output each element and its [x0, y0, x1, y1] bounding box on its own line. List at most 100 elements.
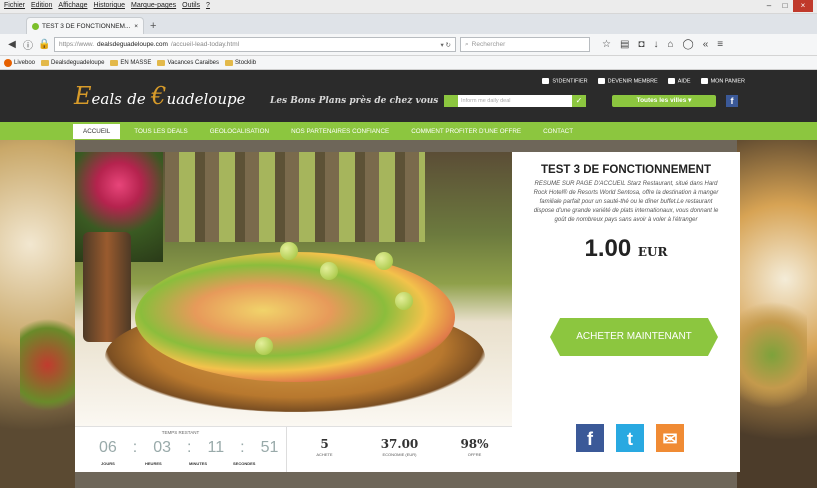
stat-label: ECONOMIE (EUR): [382, 452, 417, 457]
stat-label: OFFRE: [467, 452, 482, 457]
minimize-icon[interactable]: –: [761, 0, 777, 12]
url-prefix: https://www.: [59, 41, 95, 48]
stat-value: 37.00: [380, 437, 419, 451]
pocket-icon[interactable]: ◘: [638, 39, 644, 50]
countdown-seconds: 51: [260, 439, 279, 456]
bookmark-en-masse[interactable]: EN MASSE: [110, 59, 152, 66]
url-domain: dealsdeguadeloupe.com: [97, 41, 168, 48]
deal-title[interactable]: TEST 3 DE FONCTIONNEMENT: [512, 164, 740, 176]
folder-icon: [41, 59, 50, 66]
share-facebook-icon[interactable]: f: [576, 424, 604, 452]
bookmark-label: EN MASSE: [120, 59, 152, 66]
deal-email-input[interactable]: Inform me daily deal: [458, 95, 572, 107]
main-content: TEMPS RESTANT 06: 03: 11: 51 JOURS HEURE…: [0, 140, 817, 488]
nav-accueil[interactable]: ACCUEIL: [73, 123, 121, 139]
menu-icon[interactable]: ≡: [717, 39, 723, 50]
tab-close-icon[interactable]: ×: [134, 23, 138, 30]
city-label: Toutes les villes: [636, 97, 687, 104]
login-link[interactable]: S'IDENTIFIER: [542, 78, 587, 84]
bookmark-dealsdeguadeloupe[interactable]: Dealsdeguadeloupe: [41, 59, 105, 66]
browser-tab[interactable]: TEST 3 DE FONCTIONNEM... ×: [26, 17, 144, 34]
tab-bar: TEST 3 DE FONCTIONNEM... × +: [0, 14, 817, 34]
bookmark-label: Stocklib: [235, 59, 257, 66]
deal-panel: TEST 3 DE FONCTIONNEMENT RESUME SUR PAGE…: [512, 152, 740, 472]
mail-icon: [444, 95, 458, 107]
menu-help[interactable]: ?: [206, 2, 210, 11]
bookmark-vacances[interactable]: Vacances Caraibes: [157, 59, 220, 66]
nav-comment-profiter[interactable]: COMMENT PROFITER D'UNE OFFRE: [411, 128, 521, 135]
menu-marque-pages[interactable]: Marque-pages: [131, 2, 176, 11]
nav-contact[interactable]: CONTACT: [543, 128, 573, 135]
subscribe-check-button[interactable]: ✓: [572, 95, 586, 107]
reload-icon[interactable]: ▾ ↻: [440, 41, 451, 49]
account-links: S'IDENTIFIER DEVENIR MEMBRE AIDE MON PAN…: [542, 78, 745, 84]
main-nav: ACCUEIL TOUS LES DEALS GEOLOCALISATION N…: [0, 122, 817, 140]
extension-icon[interactable]: «: [703, 39, 709, 50]
olive: [320, 262, 338, 280]
logo-word: eals: [91, 90, 122, 108]
bookmarks-list-icon[interactable]: ▤: [620, 39, 629, 50]
search-placeholder: Rechercher: [471, 41, 506, 48]
menu-historique[interactable]: Historique: [93, 2, 125, 11]
food-platter: [135, 252, 455, 382]
chat-icon[interactable]: ◯: [683, 39, 694, 50]
stat-value: 5: [320, 437, 329, 451]
share-email-icon[interactable]: ✉: [656, 424, 684, 452]
close-icon[interactable]: ×: [793, 0, 813, 12]
bookmark-liveboo[interactable]: Liveboo: [4, 58, 36, 67]
nav-tous-les-deals[interactable]: TOUS LES DEALS: [134, 128, 187, 135]
favicon-icon: [32, 22, 39, 30]
days-label: JOURS: [101, 461, 115, 466]
bookmark-label: Liveboo: [14, 59, 36, 66]
background-food-right: [737, 140, 817, 488]
buy-now-button[interactable]: ACHETER MAINTENANT: [550, 318, 718, 356]
maximize-icon[interactable]: □: [777, 0, 793, 12]
info-icon[interactable]: ⓘ: [22, 37, 34, 52]
folder-icon: [225, 59, 234, 66]
site-slogan: Les Bons Plans près de chez vous: [270, 96, 439, 106]
countdown-minutes: 11: [207, 439, 225, 456]
share-twitter-icon[interactable]: t: [616, 424, 644, 452]
url-bar[interactable]: https://www. dealsdeguadeloupe.com/accuei…: [54, 37, 456, 52]
home-icon[interactable]: ⌂: [667, 39, 673, 50]
bookmark-label: Dealsdeguadeloupe: [51, 59, 105, 66]
deal-image[interactable]: [75, 152, 512, 426]
cart-link[interactable]: MON PANIER: [701, 78, 745, 84]
bookmark-star-icon[interactable]: ☆: [602, 39, 611, 50]
lock-icon: 🔒: [38, 39, 51, 50]
jar-decoration: [83, 232, 131, 342]
download-icon[interactable]: ↓: [653, 39, 658, 50]
deal-subscribe: Inform me daily deal ✓: [444, 95, 586, 107]
site-logo[interactable]: Eeals de €uadeloupe: [74, 82, 246, 110]
deal-stats-bar: TEMPS RESTANT 06: 03: 11: 51 JOURS HEURE…: [75, 426, 512, 472]
facebook-icon[interactable]: f: [726, 95, 738, 107]
nav-toolbar: ◀ ⓘ 🔒 https://www. dealsdeguadeloupe.com /…: [0, 34, 817, 56]
menu-affichage[interactable]: Affichage: [58, 2, 87, 11]
search-box[interactable]: ⌕ Rechercher: [460, 37, 590, 52]
menu-edition[interactable]: Edition: [31, 2, 52, 11]
menu-outils[interactable]: Outils: [182, 2, 200, 11]
olive: [280, 242, 298, 260]
bookmark-stocklib[interactable]: Stocklib: [225, 59, 257, 66]
countdown-label: TEMPS RESTANT: [161, 430, 200, 435]
register-link[interactable]: DEVENIR MEMBRE: [598, 78, 658, 84]
bookmarks-bar: Liveboo Dealsdeguadeloupe EN MASSE Vacan…: [0, 56, 817, 70]
back-icon[interactable]: ◀: [6, 39, 18, 50]
minutes-label: MINUTES: [189, 461, 207, 466]
menu-fichier[interactable]: Fichier: [4, 2, 25, 11]
countdown: TEMPS RESTANT 06: 03: 11: 51 JOURS HEURE…: [75, 427, 287, 472]
countdown-hours: 03: [153, 439, 172, 456]
new-tab-button[interactable]: +: [150, 18, 156, 34]
price-value: 1.00: [584, 235, 632, 262]
nav-partenaires[interactable]: NOS PARTENAIRES CONFIANCE: [291, 128, 389, 135]
logo-letter: €: [151, 82, 167, 110]
deal-price: 1.00 EUR: [512, 235, 740, 263]
help-link[interactable]: AIDE: [668, 78, 691, 84]
nav-geolocalisation[interactable]: GEOLOCALISATION: [210, 128, 269, 135]
menu-bar: Fichier Edition Affichage Historique Mar…: [0, 0, 817, 14]
bookmark-label: Vacances Caraibes: [167, 59, 220, 66]
background-food-left: [0, 140, 75, 488]
folder-icon: [110, 59, 119, 66]
olive: [375, 252, 393, 270]
city-select[interactable]: Toutes les villes ▾: [612, 95, 716, 107]
